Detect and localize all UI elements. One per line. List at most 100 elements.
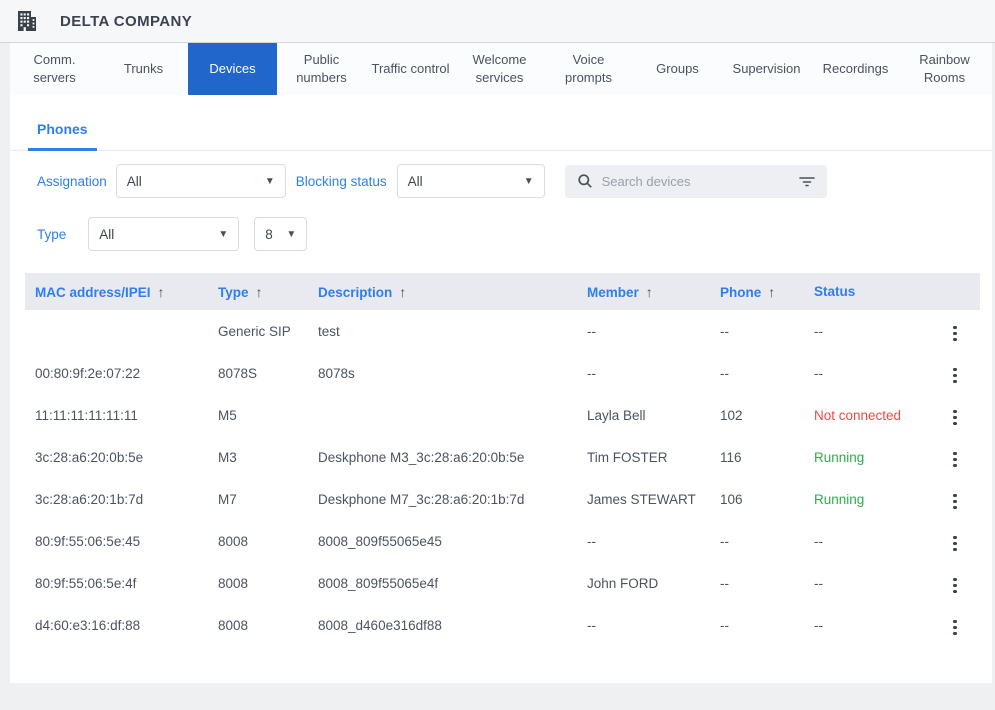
tab-label: Rainbow Rooms [904,51,985,86]
cell-status: -- [804,562,930,604]
tab-label: Voice prompts [548,51,629,86]
main-panel: Comm. servers Trunks DevicesPublic numbers… [10,43,992,683]
cell-member: John FORD [577,562,710,604]
cell-member: Tim FOSTER [577,436,710,478]
sort-arrow-icon: ↑ [646,284,653,300]
column-header-mac-address-ipei[interactable]: MAC address/IPEI ↑ [25,273,208,310]
assignation-value: All [127,174,142,189]
cell-actions [930,394,980,436]
tab-phones[interactable]: Phones [28,121,97,151]
tab-label: Welcome services [459,51,540,86]
cell-status: -- [804,520,930,562]
sort-arrow-icon: ↑ [399,284,406,300]
assignation-select[interactable]: All ▼ [116,164,286,198]
cell-member: -- [577,520,710,562]
cell-status: Not connected [804,394,930,436]
tab-trunks[interactable]: Trunks [99,43,188,95]
cell-type: Generic SIP [208,310,308,352]
tab-recordings[interactable]: Recordings [811,43,900,95]
sort-arrow-icon: ↑ [158,284,165,300]
cell-member: -- [577,352,710,394]
blocking-status-value: All [408,174,423,189]
row-menu-icon[interactable] [947,322,963,346]
column-header-status[interactable]: Status [804,273,930,310]
row-menu-icon[interactable] [947,364,963,388]
type-value: All [99,227,114,242]
cell-description: test [308,310,577,352]
cell-status: Running [804,478,930,520]
tab-public-numbers[interactable]: Public numbers [277,43,366,95]
cell-phone: 102 [710,394,804,436]
cell-type: 8008 [208,520,308,562]
blocking-status-select[interactable]: All ▼ [397,164,545,198]
tab-label: Traffic control [371,60,449,78]
cell-actions [930,520,980,562]
tab-voice-prompts[interactable]: Voice prompts [544,43,633,95]
filter-icon[interactable] [799,174,815,188]
column-header-description[interactable]: Description↑ [308,273,577,310]
table-row: 00:80:9f:2e:07:228078S8078s------ [25,352,980,394]
chevron-down-icon: ▼ [524,176,534,187]
tab-supervision[interactable]: Supervision [722,43,811,95]
column-header-phone[interactable]: Phone ↑ [710,273,804,310]
column-label: Phone [720,285,761,300]
row-menu-icon[interactable] [947,532,963,556]
tab-label: Trunks [124,60,163,78]
tab-traffic-control[interactable]: Traffic control [366,43,455,95]
cell-phone: -- [710,520,804,562]
cell-phone: -- [710,310,804,352]
row-menu-icon[interactable] [947,574,963,598]
tab-devices[interactable]: Devices [188,43,277,95]
row-menu-icon[interactable] [947,616,963,640]
type-select[interactable]: All ▼ [88,217,239,251]
column-header-actions [930,273,980,310]
tab-label: Comm. servers [14,51,95,86]
sort-arrow-icon: ↑ [256,284,263,300]
cell-status: Running [804,436,930,478]
tab-label: Groups [656,60,699,78]
cell-mac: 80:9f:55:06:5e:4f [25,562,208,604]
cell-actions [930,604,980,646]
table-header-row: MAC address/IPEI↑Type↑Description↑Member… [25,273,980,310]
tab-rainbow-rooms[interactable]: Rainbow Rooms [900,43,989,95]
page-size-select[interactable]: 8 ▼ [254,217,307,251]
cell-phone: -- [710,562,804,604]
tab-comm-servers[interactable]: Comm. servers [10,43,99,95]
tab-welcome-services[interactable]: Welcome services [455,43,544,95]
row-menu-icon[interactable] [947,448,963,472]
search-icon [577,173,593,189]
row-menu-icon[interactable] [947,490,963,514]
column-header-type[interactable]: Type↑ [208,273,308,310]
cell-phone: 106 [710,478,804,520]
cell-actions [930,310,980,352]
cell-mac: 11:11:11:11:11:11 [25,394,208,436]
chevron-down-icon: ▼ [286,229,296,240]
cell-mac: d4:60:e3:16:df:88 [25,604,208,646]
table-row: 80:9f:55:06:5e:4f80088008_809f55065e4fJo… [25,562,980,604]
search-input[interactable] [602,174,799,189]
sort-arrow-icon: ↑ [768,284,775,300]
table-row: 3c:28:a6:20:1b:7dM7Deskphone M7_3c:28:a6… [25,478,980,520]
cell-type: 8008 [208,604,308,646]
cell-description: Deskphone M7_3c:28:a6:20:1b:7d [308,478,577,520]
cell-description: 8008_809f55065e45 [308,520,577,562]
cell-type: M5 [208,394,308,436]
cell-type: M3 [208,436,308,478]
cell-phone: -- [710,352,804,394]
cell-status: -- [804,310,930,352]
tab-groups[interactable]: Groups [633,43,722,95]
cell-actions [930,562,980,604]
row-menu-icon[interactable] [947,406,963,430]
column-header-member[interactable]: Member↑ [577,273,710,310]
tab-label: Supervision [733,60,801,78]
page-size-value: 8 [265,227,273,242]
tab-label: Recordings [823,60,889,78]
cell-actions [930,478,980,520]
cell-type: 8078S [208,352,308,394]
chevron-down-icon: ▼ [265,176,275,187]
tab-label: Public numbers [281,51,362,86]
cell-phone: -- [710,604,804,646]
table-row: Generic SIPtest------ [25,310,980,352]
cell-mac [25,310,208,352]
column-label: MAC address/IPEI [35,285,151,300]
